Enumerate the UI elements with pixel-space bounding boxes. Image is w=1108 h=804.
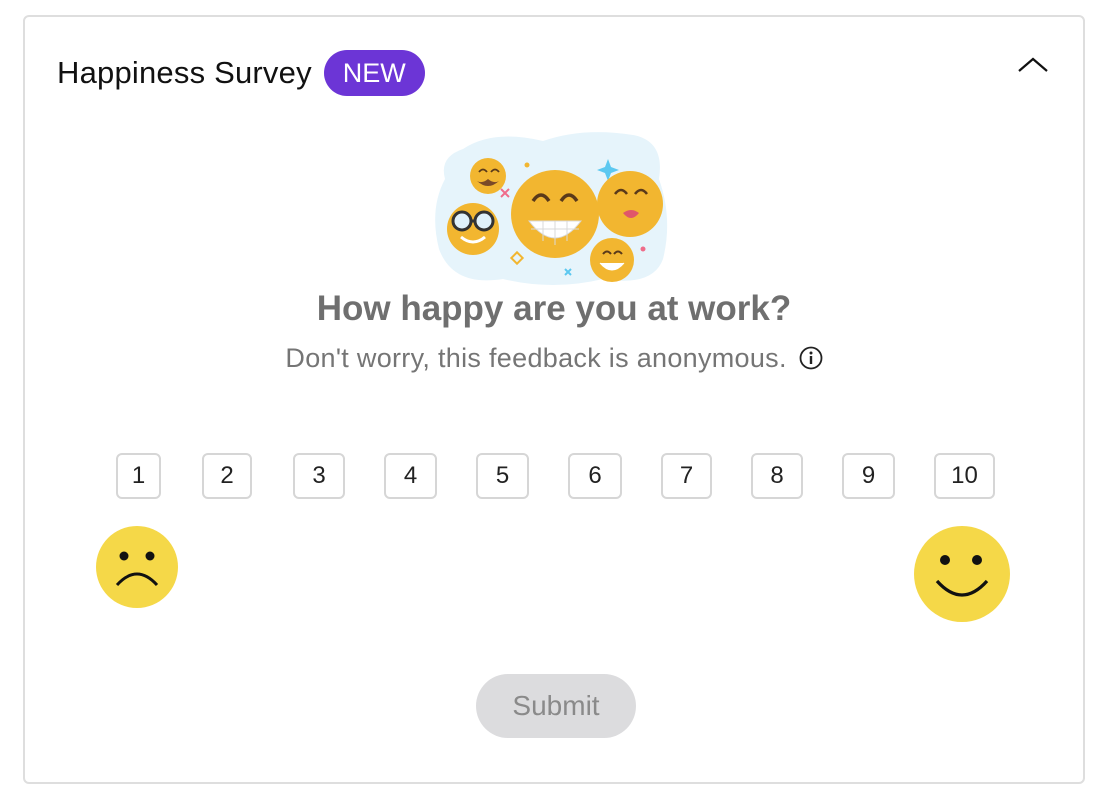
rating-option-5[interactable]: 5 — [476, 453, 529, 499]
survey-title: Happiness Survey — [57, 55, 312, 90]
rating-option-10[interactable]: 10 — [934, 453, 995, 499]
info-icon[interactable] — [799, 346, 823, 377]
rating-option-9[interactable]: 9 — [842, 453, 895, 499]
rating-scale: 1 2 3 4 5 6 7 8 9 10 — [25, 453, 1083, 503]
rating-option-7[interactable]: 7 — [661, 453, 712, 499]
submit-button[interactable]: Submit — [476, 674, 636, 738]
rating-option-1[interactable]: 1 — [116, 453, 161, 499]
rating-option-8[interactable]: 8 — [751, 453, 803, 499]
rating-option-3[interactable]: 3 — [293, 453, 345, 499]
rating-option-6[interactable]: 6 — [568, 453, 622, 499]
survey-question: How happy are you at work? — [316, 289, 792, 328]
anonymous-note: Don't worry, this feedback is anonymous. — [285, 343, 787, 373]
survey-header: Happiness Survey NEW — [57, 50, 425, 96]
collapse-button[interactable] — [1015, 53, 1051, 77]
rating-option-4[interactable]: 4 — [384, 453, 437, 499]
new-badge: NEW — [323, 50, 425, 96]
rating-option-2[interactable]: 2 — [202, 453, 252, 499]
sad-face-icon — [95, 525, 179, 614]
chevron-up-icon — [1018, 57, 1048, 72]
happy-face-icon — [913, 525, 1011, 628]
survey-subtitle: Don't worry, this feedback is anonymous. — [25, 343, 1083, 377]
emoji-illustration — [433, 129, 673, 289]
survey-card: Happiness Survey NEW How happy are you a… — [23, 15, 1085, 784]
